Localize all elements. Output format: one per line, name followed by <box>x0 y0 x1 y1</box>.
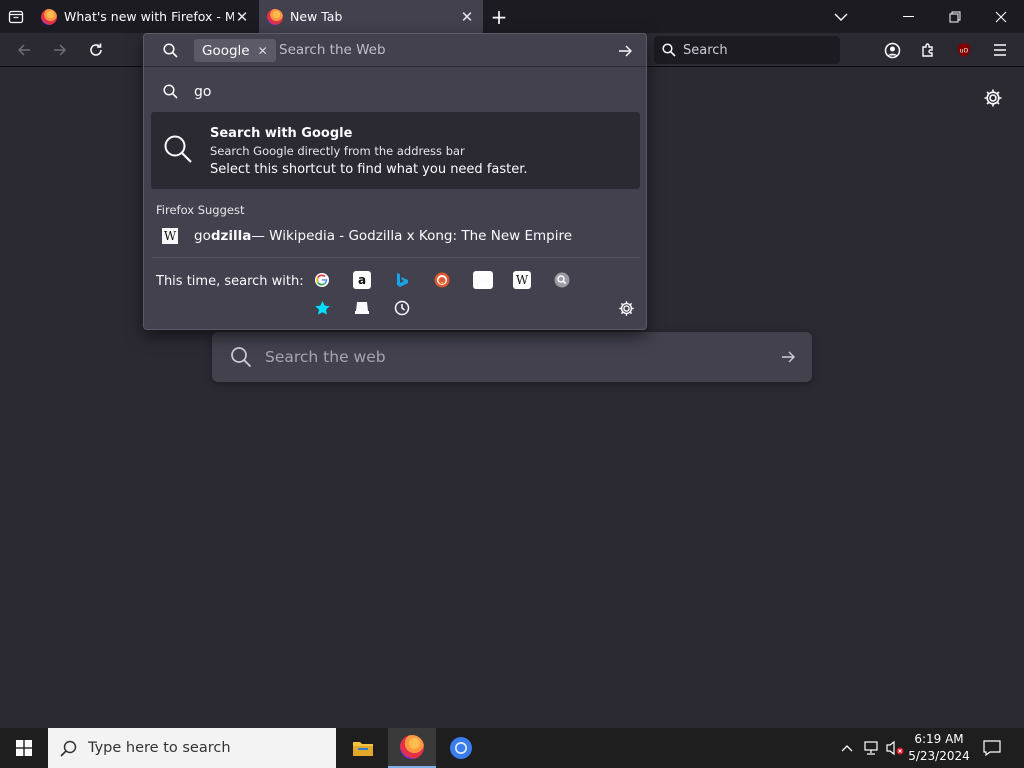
page-search-box[interactable]: Search the web <box>212 332 812 382</box>
google-icon[interactable] <box>313 271 331 289</box>
search-settings-gear-icon[interactable] <box>617 299 635 317</box>
ublock-icon[interactable]: uO <box>949 33 979 67</box>
clock-date: 5/23/2024 <box>908 749 970 763</box>
firefox-icon <box>400 735 424 759</box>
tab-manager-icon[interactable] <box>1 0 31 33</box>
window-close-icon[interactable] <box>978 0 1024 33</box>
search-with-label: This time, search with: <box>156 274 304 289</box>
typed-query[interactable]: go <box>194 84 211 100</box>
toolbar-search-placeholder: Search <box>683 42 728 58</box>
bing-icon[interactable] <box>393 271 411 289</box>
arrow-right-icon[interactable] <box>618 44 633 58</box>
close-icon[interactable]: ✕ <box>459 8 475 26</box>
urlbar-placeholder: Search the Web <box>279 42 386 58</box>
svg-text:uO: uO <box>960 48 969 55</box>
bookmarks-star-icon[interactable] <box>313 299 331 317</box>
network-icon[interactable] <box>860 728 882 768</box>
amazon-icon[interactable]: a <box>353 271 371 289</box>
system-clock[interactable]: 6:19 AM 5/23/2024 <box>906 731 972 765</box>
urlbar-dropdown: Google ✕ Search the Web go Search with G… <box>143 33 647 330</box>
result-description: Select this shortcut to find what you ne… <box>210 162 528 177</box>
result-search-with-google[interactable]: Search with Google Search Google directl… <box>151 112 640 189</box>
taskbar-search-box[interactable]: Type here to search <box>48 728 336 768</box>
file-explorer-icon[interactable] <box>339 728 387 768</box>
search-icon <box>231 347 252 368</box>
reload-icon[interactable] <box>81 33 111 67</box>
engine-chip-label: Google <box>202 42 250 59</box>
tab-whats-new[interactable]: What's new with Firefox - More ✕ <box>33 0 258 33</box>
close-icon[interactable]: ✕ <box>258 44 268 58</box>
page-search-placeholder: Search the web <box>265 348 386 366</box>
chrome-icon[interactable] <box>437 728 485 768</box>
taskbar: Type here to search 6:19 AM 5/23/2024 <box>0 728 1024 768</box>
search-icon <box>662 43 676 57</box>
tab-title: What's new with Firefox - More <box>64 9 234 24</box>
account-icon[interactable] <box>877 33 907 67</box>
wikipedia-icon: W <box>162 228 178 244</box>
divider <box>152 257 640 258</box>
hamburger-icon[interactable] <box>985 33 1015 67</box>
tab-title: New Tab <box>290 9 343 24</box>
result-title: Search with Google <box>210 126 353 141</box>
chevron-down-icon[interactable] <box>818 0 864 33</box>
search-icon <box>60 740 77 757</box>
result-wikipedia-godzilla[interactable]: W go dzilla — Wikipedia - Godzilla x Kong… <box>162 226 572 246</box>
search-engine-icon[interactable] <box>553 271 571 289</box>
firefox-taskbar-icon[interactable] <box>388 728 436 768</box>
urlbar-input-row[interactable]: Google ✕ Search the Web <box>144 34 646 67</box>
search-engine-chip[interactable]: Google ✕ <box>194 39 276 62</box>
arrow-right-icon[interactable] <box>781 350 796 364</box>
minimize-icon[interactable] <box>886 0 932 33</box>
search-icon <box>164 135 192 163</box>
result-text-bold: dzilla <box>210 228 252 244</box>
plus-icon[interactable]: + <box>476 0 522 33</box>
ebay-icon[interactable]: ebay <box>473 271 493 289</box>
result-subtitle: Search Google directly from the address … <box>210 144 465 158</box>
notification-icon[interactable] <box>978 728 1006 768</box>
firefox-suggest-label: Firefox Suggest <box>156 203 245 217</box>
tab-new-tab[interactable]: New Tab ✕ <box>259 0 483 33</box>
tab-strip: What's new with Firefox - More ✕ New Tab… <box>0 0 1024 33</box>
firefox-icon <box>41 8 57 25</box>
back-arrow-icon[interactable] <box>9 33 39 67</box>
toolbar-search-box[interactable]: Search <box>654 36 840 64</box>
taskbar-search-placeholder: Type here to search <box>88 740 231 756</box>
clock-time: 6:19 AM <box>914 732 964 746</box>
windows-start-icon[interactable] <box>0 728 48 768</box>
firefox-icon <box>267 8 283 25</box>
result-text-prefix: go <box>194 228 211 244</box>
forward-arrow-icon[interactable] <box>45 33 75 67</box>
tabs-icon[interactable] <box>353 299 371 317</box>
search-icon <box>163 43 178 58</box>
page-settings-gear-icon[interactable] <box>983 88 1003 108</box>
search-icon <box>163 84 178 99</box>
wikipedia-icon[interactable]: W <box>513 271 531 289</box>
chevron-up-icon[interactable] <box>837 728 857 768</box>
close-icon[interactable]: ✕ <box>234 8 250 26</box>
result-text-rest: — Wikipedia - Godzilla x Kong: The New E… <box>251 228 573 244</box>
duckduckgo-icon[interactable] <box>433 271 451 289</box>
restore-icon[interactable] <box>932 0 978 33</box>
puzzle-icon[interactable] <box>913 33 943 67</box>
volume-muted-icon[interactable] <box>884 728 906 768</box>
history-clock-icon[interactable] <box>393 299 411 317</box>
